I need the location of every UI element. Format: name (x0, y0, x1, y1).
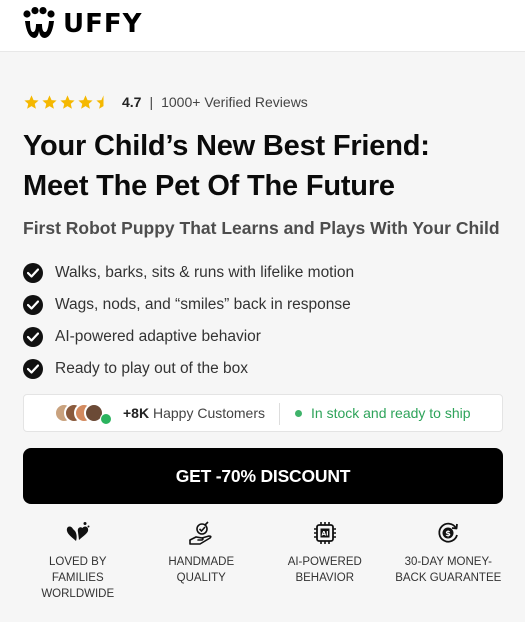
paw-w-logo-icon (23, 7, 55, 38)
feature-list: Walks, barks, sits & runs with lifelike … (23, 257, 354, 385)
money-back-icon: $ (438, 522, 459, 543)
badge-label: LOVED BY FAMILIES WORLDWIDE (41, 556, 115, 600)
badge-label: AI-POWERED BEHAVIOR (287, 556, 362, 584)
star-icon (60, 94, 75, 109)
star-icon (42, 94, 57, 109)
check-circle-icon (23, 327, 43, 347)
get-discount-button[interactable]: GET -70% DISCOUNT (23, 448, 503, 504)
ai-chip-icon: AI (313, 522, 336, 544)
hero-title: Your Child’s New Best Friend: Meet The P… (23, 126, 503, 206)
rating-value: 4.7 (122, 94, 142, 110)
feature-label: Walks, barks, sits & runs with lifelike … (55, 264, 355, 281)
star-icon (78, 94, 93, 109)
list-item: AI-powered adaptive behavior (23, 321, 354, 353)
customer-count: +8K (123, 405, 150, 421)
rating-summary: 4.7 | 1000+ Verified Reviews (23, 92, 308, 112)
list-item: Ready to play out of the box (23, 353, 354, 385)
badge-ai-powered: AI AI-POWERED BEHAVIOR (263, 520, 387, 602)
hero-subtitle: First Robot Puppy That Learns and Plays … (23, 218, 500, 238)
svg-text:AI: AI (321, 531, 328, 538)
feature-label: Ready to play out of the box (55, 360, 249, 377)
list-item: Wags, nods, and “smiles” back in respons… (23, 289, 354, 321)
customer-count-label: Happy Customers (152, 405, 266, 421)
badge-label: HANDMADE QUALITY (168, 556, 235, 584)
check-circle-icon (23, 359, 43, 379)
badge-label: 30-DAY MONEY- BACK GUARANTEE (395, 556, 502, 584)
handmade-icon (189, 521, 212, 545)
list-item: Walks, barks, sits & runs with lifelike … (23, 257, 354, 289)
stock-dot-icon (295, 409, 302, 417)
badge-loved-by-families: LOVED BY FAMILIES WORLDWIDE (16, 520, 140, 602)
social-proof-bar: +8K Happy Customers In stock and ready t… (23, 394, 503, 432)
divider (279, 403, 280, 425)
svg-text:$: $ (445, 529, 451, 538)
trust-badges: LOVED BY FAMILIES WORLDWIDE HANDMADE QUA… (16, 520, 510, 602)
hero-title-line-2: Meet The Pet Of The Future (23, 170, 395, 202)
happy-customers: +8K Happy Customers (123, 405, 265, 421)
brand-logo[interactable]: UFFY (22, 7, 142, 41)
stock-text: In stock and ready to ship (311, 405, 471, 421)
rating-separator: | (149, 94, 154, 110)
star-icon (24, 94, 39, 109)
reviews-count[interactable]: 1000+ Verified Reviews (161, 94, 308, 110)
check-circle-icon (23, 295, 43, 315)
stock-status: In stock and ready to ship (295, 405, 471, 421)
site-header: UFFY (0, 0, 525, 52)
badge-handmade: HANDMADE QUALITY (140, 520, 264, 602)
feature-label: Wags, nods, and “smiles” back in respons… (55, 296, 351, 313)
verified-badge-icon (100, 413, 112, 425)
star-rating (23, 94, 112, 111)
check-circle-icon (23, 263, 43, 283)
half-star-icon (96, 94, 104, 109)
customer-avatars (54, 403, 114, 425)
heart-hands-icon (66, 522, 90, 541)
badge-money-back: $ 30-DAY MONEY- BACK GUARANTEE (387, 520, 511, 602)
feature-label: AI-powered adaptive behavior (55, 328, 261, 345)
hero-title-line-1: Your Child’s New Best Friend: (23, 130, 430, 162)
brand-name: UFFY (63, 9, 143, 39)
